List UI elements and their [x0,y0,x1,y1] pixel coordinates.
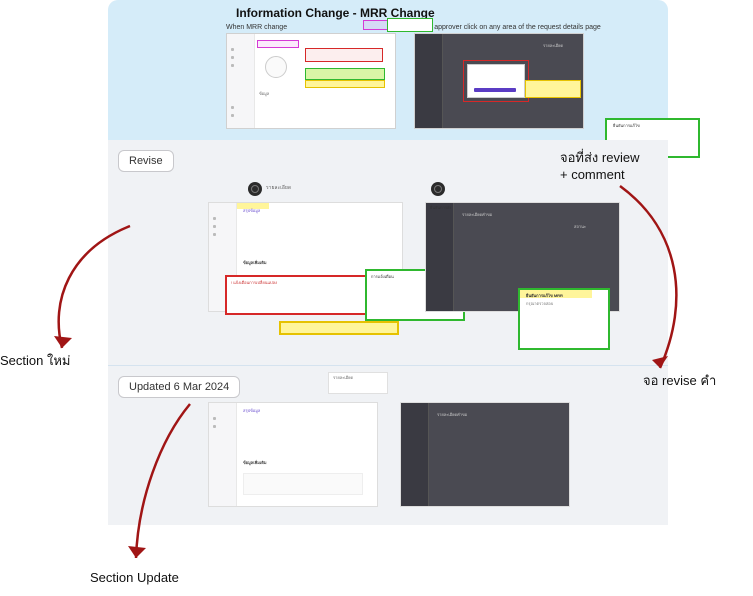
logo-row: รายละเอียด [248,182,658,196]
section1-left-col: When MRR change ข [226,24,396,129]
annotation-review-line2: + comment [560,167,625,182]
screenshot-updated-left: สรุปข้อมูล ข้อมูลเพิ่มเติม [208,402,378,507]
section1-title: Information Change - MRR Change [236,6,658,20]
screenshot-revise-left: สรุปข้อมูล ข้อมูลเพิ่มเติม ! แจ้งเตือนกา… [208,202,403,312]
screenshot-sidebar [401,403,429,506]
annotation-section-update: Section Update [90,570,179,585]
screenshot-revise-popup-overlay: ยืนยันการแก้ไข MRR กรุณาตรวจสอบ [518,288,610,350]
annotation-section-new: Section ใหม่ [0,350,70,371]
screenshot-sidebar [415,34,443,128]
mini-card: รายละเอียด [328,372,388,394]
section1-row: When MRR change ข [118,24,658,129]
annotation-revise-screen: จอ revise คำ [643,370,716,391]
section2-shots: สรุปข้อมูล ข้อมูลเพิ่มเติม ! แจ้งเตือนกา… [208,202,658,312]
annotation-review-line1: จอที่ส่ง review [560,147,639,168]
section-updated: Updated 6 Mar 2024 รายละเอียด สรุปข้อมูล… [108,365,668,525]
screenshot-mrr-change: ข้อมูล [226,33,396,129]
screenshot-sidebar [209,403,237,506]
logo-icon [431,182,445,196]
screenshot-approver-click: รายละเอียด [414,33,584,129]
section3-shots: สรุปข้อมูล ข้อมูลเพิ่มเติม รายละเอียดคำข… [208,402,658,507]
screenshot-updated-right: รายละเอียดคำขอ [400,402,570,507]
chip-revise: Revise [118,150,174,172]
section1-right-col: When approver click on any area of the r… [414,24,601,129]
screenshot-sidebar [227,34,255,128]
chip-updated: Updated 6 Mar 2024 [118,376,240,398]
section-mrr-change: Information Change - MRR Change When MRR… [108,0,668,140]
caption-right: When approver click on any area of the r… [414,24,601,31]
screenshot-sidebar [426,203,454,311]
logo-icon [248,182,262,196]
design-canvas: Information Change - MRR Change When MRR… [108,0,668,525]
